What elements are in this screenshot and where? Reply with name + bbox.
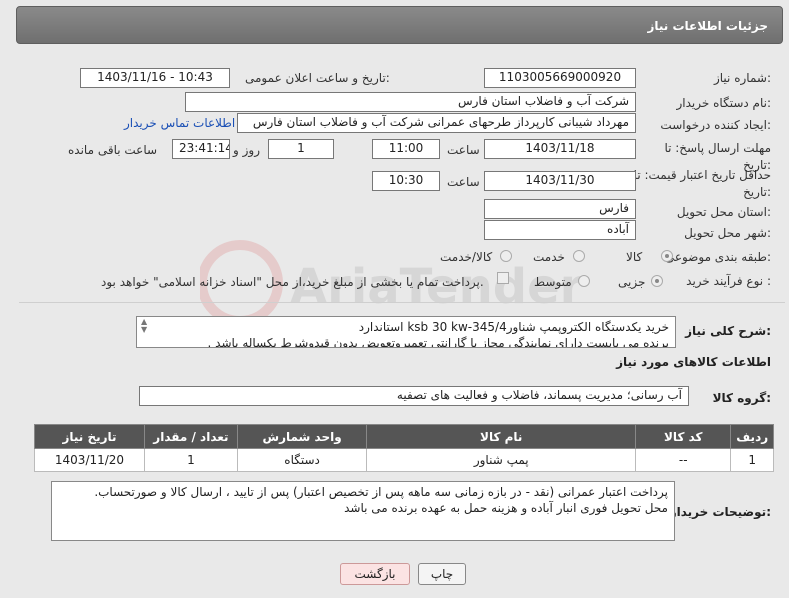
process-option-minor: جزیی	[618, 275, 646, 289]
cell-unit: دستگاه	[236, 448, 368, 472]
category-option-goods: کالا	[626, 250, 643, 264]
days-field: 1	[268, 139, 334, 159]
category-radio-both[interactable]	[500, 250, 512, 262]
days-label: روز و	[233, 143, 260, 157]
need-number-field: 1103005669000920	[484, 68, 636, 88]
buyer-org-label: نام دستگاه خریدار:	[676, 96, 772, 110]
process-option-medium: متوسط	[534, 275, 572, 289]
province-label: استان محل تحویل:	[676, 205, 771, 219]
cell-row: 1	[730, 448, 774, 472]
city-label: شهر محل تحویل:	[684, 226, 771, 240]
print-button[interactable]: چاپ	[418, 563, 466, 585]
announce-label: تاریخ و ساعت اعلان عمومی:	[245, 71, 390, 85]
deadline-time-label: ساعت	[447, 143, 480, 157]
validity-date-field: 1403/11/30	[484, 171, 636, 191]
col-unit-header: واحد شمارش	[236, 424, 368, 449]
need-number-label: شماره نیاز:	[713, 71, 771, 85]
province-field: فارس	[484, 199, 636, 219]
col-date-header: تاریخ نیاز	[34, 424, 145, 449]
category-radio-goods[interactable]	[661, 250, 673, 262]
creator-field: مهرداد شیبانی کارپرداز طرحهای عمرانی شرک…	[237, 113, 636, 133]
validity-label: حداقل تاریخ اعتبار قیمت: تا تاریخ:	[633, 168, 771, 199]
summary-textarea: خرید یکدستگاه الکتروپمپ شناورksb 30 kw-3…	[136, 316, 676, 348]
process-radio-minor[interactable]	[651, 275, 663, 287]
page-header: جزئیات اطلاعات نیاز	[16, 6, 783, 44]
treasury-payment-checkbox[interactable]	[497, 272, 509, 284]
buyer-notes-textarea: پرداخت اعتبار عمرانی (نقد - در بازه زمان…	[51, 481, 675, 541]
process-label: نوع فرآیند خرید :	[686, 274, 771, 288]
back-button[interactable]: بازگشت	[340, 563, 410, 585]
scroll-arrows-icon[interactable]: ▲ ▼	[141, 318, 147, 334]
items-table: ردیف کد کالا نام کالا واحد شمارش تعداد /…	[34, 424, 774, 472]
summary-line-2: برنده می بایست دارای نمایندگی مجاز یا گا…	[207, 336, 669, 348]
table-row[interactable]: 1 -- پمپ شناور دستگاه 1 1403/11/20	[34, 448, 774, 472]
items-section-title: اطلاعات کالاهای مورد نیاز	[616, 355, 771, 369]
validity-time-label: ساعت	[447, 175, 480, 189]
buyer-notes-line-1: پرداخت اعتبار عمرانی (نقد - در بازه زمان…	[94, 485, 668, 499]
category-label: طبقه بندی موضوعی:	[664, 250, 771, 264]
validity-time-field: 10:30	[372, 171, 440, 191]
remaining-time-field: 23:41:14	[172, 139, 230, 159]
treasury-payment-note: پرداخت تمام یا بخشی از مبلغ خرید،از محل …	[101, 275, 484, 289]
category-radio-service[interactable]	[573, 250, 585, 262]
section-divider	[19, 302, 785, 303]
page-title: جزئیات اطلاعات نیاز	[647, 19, 768, 33]
col-name-header: نام کالا	[366, 424, 637, 449]
buyer-notes-line-2: محل تحویل فوری انبار آباده و هزینه حمل ب…	[344, 501, 668, 515]
category-option-service: خدمت	[533, 250, 565, 264]
category-option-both: کالا/خدمت	[440, 250, 493, 264]
col-row-header: ردیف	[730, 424, 774, 449]
announce-field: 1403/11/16 - 10:43	[80, 68, 230, 88]
goods-group-field: آب رسانی؛ مدیریت پسماند، فاضلاب و فعالیت…	[139, 386, 689, 406]
summary-label: شرح کلی نیاز:	[685, 324, 771, 338]
buyer-contact-link[interactable]: اطلاعات تماس خریدار	[124, 116, 235, 130]
goods-group-label: گروه کالا:	[712, 391, 771, 405]
city-field: آباده	[484, 220, 636, 240]
cell-name: پمپ شناور	[366, 448, 637, 472]
table-header-row: ردیف کد کالا نام کالا واحد شمارش تعداد /…	[34, 424, 774, 449]
cell-qty: 1	[144, 448, 238, 472]
deadline-time-field: 11:00	[372, 139, 440, 159]
creator-label: ایجاد کننده درخواست:	[660, 118, 771, 132]
cell-code: --	[635, 448, 732, 472]
col-code-header: کد کالا	[635, 424, 732, 449]
buyer-org-field: شرکت آب و فاضلاب استان فارس	[185, 92, 636, 112]
col-qty-header: تعداد / مقدار	[144, 424, 238, 449]
process-radio-medium[interactable]	[578, 275, 590, 287]
buyer-notes-label: توضیحات خریدار:	[669, 505, 771, 519]
summary-line-1: خرید یکدستگاه الکتروپمپ شناورksb 30 kw-3…	[358, 320, 669, 334]
deadline-date-field: 1403/11/18	[484, 139, 636, 159]
cell-date: 1403/11/20	[34, 448, 145, 472]
remaining-label: ساعت باقی مانده	[68, 143, 158, 157]
